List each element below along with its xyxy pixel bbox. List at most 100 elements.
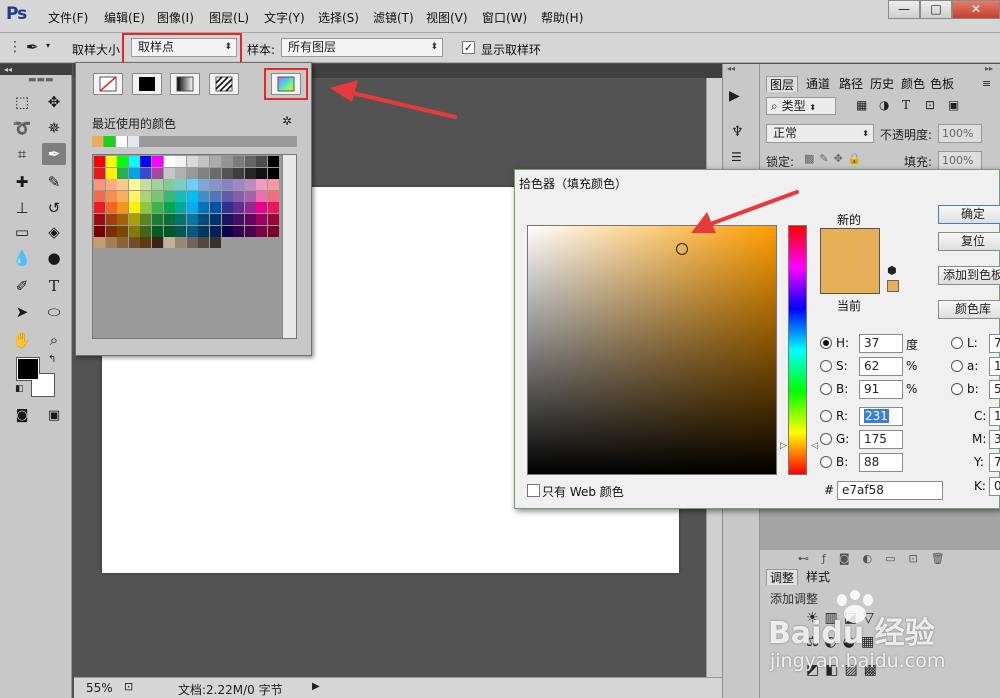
- recent-swatch[interactable]: [104, 136, 115, 147]
- swatch-cell[interactable]: [186, 156, 198, 167]
- swatch-cell[interactable]: [94, 156, 105, 167]
- zoom-level[interactable]: 55%: [86, 681, 113, 695]
- swatch-cell[interactable]: [152, 156, 163, 167]
- fill-input[interactable]: 100%: [938, 151, 982, 170]
- swatch-cell[interactable]: [221, 225, 233, 237]
- menu-layer[interactable]: 图层(L): [209, 9, 249, 26]
- swatch-cell[interactable]: [221, 179, 233, 191]
- screen-mode-icon[interactable]: ▣: [42, 405, 66, 427]
- menu-edit[interactable]: 编辑(E): [104, 9, 145, 26]
- zoom-tool-icon[interactable]: ⌕: [42, 329, 66, 351]
- swatch-cell[interactable]: [163, 214, 175, 225]
- swatch-cell[interactable]: [94, 202, 105, 214]
- stamp-tool-icon[interactable]: ⊥: [10, 197, 34, 219]
- swatch-cell[interactable]: [256, 214, 268, 225]
- swatch-cell[interactable]: [186, 225, 198, 237]
- swatch-cell[interactable]: [175, 214, 187, 225]
- swatch-scrollbar[interactable]: [282, 155, 296, 338]
- red-input[interactable]: 231: [859, 407, 903, 426]
- blue-input[interactable]: 88: [859, 453, 903, 472]
- swatch-cell[interactable]: [210, 237, 221, 249]
- radio-lab-b[interactable]: [951, 383, 963, 395]
- picker-circle[interactable]: [676, 243, 688, 255]
- swatch-cell[interactable]: [198, 237, 210, 249]
- blend-mode-select[interactable]: 正常 ⬍: [766, 124, 874, 143]
- minimize-button[interactable]: —: [888, 0, 920, 19]
- swatch-cell[interactable]: [163, 237, 175, 249]
- swatch-cell[interactable]: [152, 190, 163, 202]
- swatch-cell[interactable]: [140, 237, 152, 249]
- swatch-cell[interactable]: [210, 214, 221, 225]
- swatch-cell[interactable]: [244, 167, 256, 179]
- lab-l-input[interactable]: 7: [989, 334, 1000, 353]
- brightness-input[interactable]: 91: [859, 380, 903, 399]
- swatch-cell[interactable]: [140, 214, 152, 225]
- tab-layers[interactable]: 图层: [766, 76, 799, 92]
- swatch-cell[interactable]: [94, 214, 105, 225]
- swatch-cell[interactable]: [175, 190, 187, 202]
- swatch-cell[interactable]: [117, 237, 129, 249]
- swatch-cell[interactable]: [198, 167, 210, 179]
- swatch-cell[interactable]: [152, 179, 163, 191]
- filter-type-icon[interactable]: T: [902, 98, 910, 112]
- swatch-cell[interactable]: [117, 225, 129, 237]
- swatch-cell[interactable]: [186, 237, 198, 249]
- swatch-cell[interactable]: [105, 237, 117, 249]
- swatch-cell[interactable]: [233, 190, 245, 202]
- swatch-cell[interactable]: [117, 156, 129, 167]
- menu-select[interactable]: 选择(S): [318, 9, 359, 26]
- swatch-cell[interactable]: [233, 179, 245, 191]
- sample-select[interactable]: 所有图层 ⬍: [281, 38, 443, 57]
- swatch-cell[interactable]: [268, 225, 279, 237]
- swatch-cell[interactable]: [175, 237, 187, 249]
- saturation-input[interactable]: 62: [859, 357, 903, 376]
- recent-swatch[interactable]: [92, 136, 103, 147]
- add-to-swatches-button[interactable]: 添加到色板: [938, 266, 1000, 285]
- swatch-cell[interactable]: [221, 190, 233, 202]
- recent-swatch[interactable]: [128, 136, 139, 147]
- swatch-cell[interactable]: [221, 202, 233, 214]
- swatch-cell[interactable]: [140, 156, 152, 167]
- swatch-cell[interactable]: [117, 190, 129, 202]
- dodge-tool-icon[interactable]: ●: [42, 247, 66, 269]
- magic-wand-tool-icon[interactable]: ✵: [42, 117, 66, 139]
- swap-colors-icon[interactable]: ↰: [48, 354, 56, 365]
- swatch-cell[interactable]: [163, 167, 175, 179]
- swatch-cell[interactable]: [152, 167, 163, 179]
- menu-filter[interactable]: 滤镜(T): [373, 9, 414, 26]
- cube-icon[interactable]: ⬢: [887, 264, 897, 277]
- swatch-cell[interactable]: [198, 225, 210, 237]
- swatch-cell[interactable]: [128, 237, 140, 249]
- panel-menu-icon[interactable]: ≡: [982, 77, 991, 90]
- tab-swatches[interactable]: 色板: [927, 76, 957, 92]
- collapse-icon[interactable]: ▸▸: [985, 64, 993, 73]
- eraser-tool-icon[interactable]: ▭: [10, 221, 34, 243]
- swatch-cell[interactable]: [105, 179, 117, 191]
- recent-swatch[interactable]: [116, 136, 127, 147]
- radio-red[interactable]: [820, 410, 832, 422]
- swatch-cell[interactable]: [163, 202, 175, 214]
- paint-bucket-tool-icon[interactable]: ◈: [42, 221, 66, 243]
- web-only-checkbox[interactable]: [527, 484, 540, 497]
- swatch-cell[interactable]: [105, 214, 117, 225]
- swatch-cell[interactable]: [198, 190, 210, 202]
- type-tool-icon[interactable]: T: [42, 275, 66, 297]
- color-field[interactable]: [527, 225, 777, 475]
- swatch-cell[interactable]: [186, 167, 198, 179]
- eyedropper-tool-icon[interactable]: ✒: [42, 143, 66, 165]
- black-input[interactable]: 0: [989, 477, 1000, 496]
- swatch-cell[interactable]: [256, 202, 268, 214]
- swatch-cell[interactable]: [94, 179, 105, 191]
- swatch-cell[interactable]: [221, 214, 233, 225]
- play-actions-icon[interactable]: ▶: [729, 88, 740, 104]
- ok-button[interactable]: 确定: [938, 205, 1000, 224]
- swatch-cell[interactable]: [128, 190, 140, 202]
- filter-smart-icon[interactable]: ▣: [948, 98, 959, 112]
- swatch-cell[interactable]: [175, 167, 187, 179]
- tools-panel-header[interactable]: ◂◂: [0, 64, 72, 75]
- show-ring-checkbox[interactable]: ✓: [462, 41, 475, 54]
- menu-help[interactable]: 帮助(H): [541, 9, 583, 26]
- swatch-cell[interactable]: [244, 225, 256, 237]
- hue-input[interactable]: 37: [859, 334, 903, 353]
- yellow-input[interactable]: 7: [989, 453, 1000, 472]
